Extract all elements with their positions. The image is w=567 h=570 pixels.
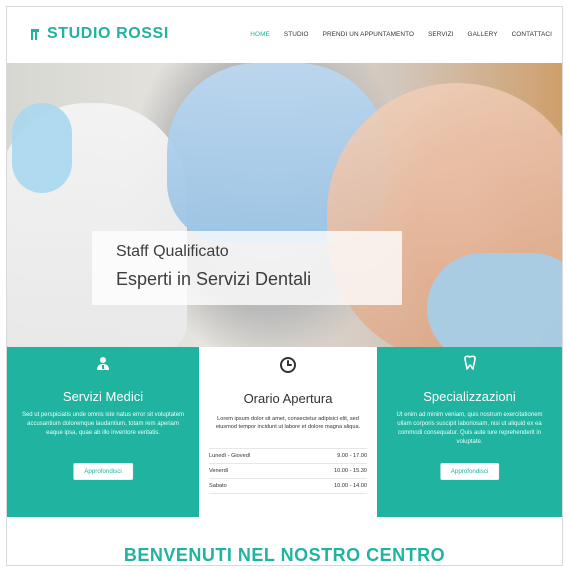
main-nav: HOME STUDIO PRENDI UN APPUNTAMENTO SERVI… bbox=[250, 31, 552, 38]
servizi-medici-title: Servizi Medici bbox=[62, 389, 144, 404]
hours-day: Venerdì bbox=[209, 468, 229, 474]
nav-servizi[interactable]: SERVIZI bbox=[428, 31, 453, 38]
nav-studio[interactable]: STUDIO bbox=[284, 31, 309, 38]
feature-boxes: Servizi Medici Sed ut perspiciatis unde … bbox=[7, 347, 562, 517]
servizi-approfondisci-button[interactable]: Approfondisci bbox=[73, 463, 133, 480]
servizi-medici-description: Sed ut perspiciatis unde omnis iste natu… bbox=[21, 412, 185, 436]
nav-contattaci[interactable]: CONTATTACI bbox=[512, 31, 552, 38]
specializzazioni-approfondisci-button[interactable]: Approfondisci bbox=[439, 463, 500, 480]
hours-time: 10.00 - 15.30 bbox=[334, 468, 367, 474]
hours-row: Sabato 10.00 - 14.00 bbox=[209, 478, 367, 494]
top-bar: STUDIO ROSSI HOME STUDIO PRENDI UN APPUN… bbox=[7, 7, 562, 63]
tooth-icon bbox=[462, 355, 478, 376]
doctor-icon bbox=[95, 355, 111, 376]
hours-day: Sabato bbox=[209, 483, 227, 489]
hero-title-line-2: Esperti in Servizi Dentali bbox=[116, 269, 312, 289]
specializzazioni-box: Specializzazioni Ut enim ad minim veniam… bbox=[377, 347, 562, 517]
brand-logo[interactable]: STUDIO ROSSI bbox=[29, 25, 169, 43]
hero-title-line-1: Staff Qualificato bbox=[116, 243, 229, 260]
hero-caption: Staff Qualificato Esperti in Servizi Den… bbox=[92, 231, 402, 305]
orario-apertura-title: Orario Apertura bbox=[243, 391, 333, 406]
nav-prendi-appuntamento[interactable]: PRENDI UN APPUNTAMENTO bbox=[323, 31, 414, 38]
hours-day: Lunedì - Giovedì bbox=[209, 453, 251, 459]
hours-time: 10.00 - 14.00 bbox=[334, 483, 367, 489]
specializzazioni-title: Specializzazioni bbox=[423, 389, 516, 404]
hours-row: Lunedì - Giovedì 9.00 - 17.00 bbox=[209, 448, 367, 463]
orario-apertura-box: Orario Apertura Lorem ipsum dolor sit am… bbox=[199, 347, 377, 517]
servizi-medici-box: Servizi Medici Sed ut perspiciatis unde … bbox=[7, 347, 199, 517]
orario-apertura-description: Lorem ipsum dolor sit amet, consectetur … bbox=[215, 416, 361, 431]
opening-hours-table: Lunedì - Giovedì 9.00 - 17.00 Venerdì 10… bbox=[209, 448, 367, 494]
brand-name: STUDIO ROSSI bbox=[47, 25, 169, 42]
page-frame: STUDIO ROSSI HOME STUDIO PRENDI UN APPUN… bbox=[6, 6, 563, 566]
tooth-logo-icon bbox=[31, 29, 39, 40]
hours-time: 9.00 - 17.00 bbox=[337, 453, 367, 459]
clock-icon bbox=[280, 357, 296, 378]
hero-photo-mask bbox=[12, 103, 72, 193]
welcome-heading: BENVENUTI NEL NOSTRO CENTRO bbox=[123, 545, 446, 565]
hero-banner: Staff Qualificato Esperti in Servizi Den… bbox=[7, 63, 562, 347]
specializzazioni-description: Ut enim ad minim veniam, quis nostrum ex… bbox=[396, 412, 543, 445]
nav-gallery[interactable]: GALLERY bbox=[468, 31, 498, 38]
nav-home[interactable]: HOME bbox=[250, 31, 270, 38]
hero-photo-glove bbox=[427, 253, 562, 347]
hours-row: Venerdì 10.00 - 15.30 bbox=[209, 463, 367, 478]
